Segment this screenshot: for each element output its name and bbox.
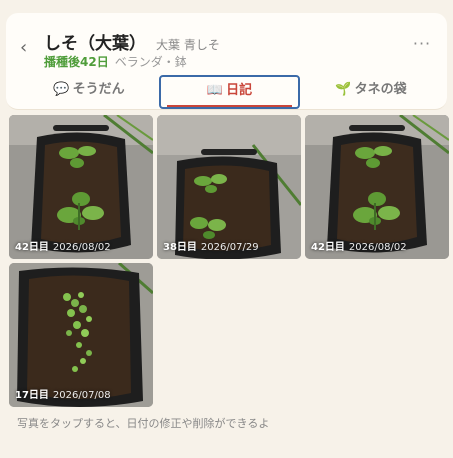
active-tab-indicator: [167, 105, 292, 107]
tab-diary[interactable]: 📖 日記: [159, 75, 300, 109]
title-row: しそ（大葉） 大葉 青しそ: [44, 29, 220, 54]
photo-caption: 42日目 2026/08/02: [311, 238, 407, 253]
open-book-icon: 📖: [206, 83, 224, 98]
photo-date: 2026/08/02: [52, 242, 111, 253]
app-frame: ‹ しそ（大葉） 大葉 青しそ 播種後42日 ベランダ・鉢 ··· 💬 そうだん 📖 日…: [0, 0, 453, 458]
tab-bar: 💬 そうだん 📖 日記 🌱 タネの袋: [6, 75, 447, 109]
photo-day: 38日目: [163, 242, 197, 253]
diary-photo[interactable]: 38日目 2026/07/29: [157, 115, 301, 259]
more-horizontal-icon[interactable]: ···: [411, 35, 433, 53]
diary-photo[interactable]: 17日目 2026/07/08: [9, 263, 153, 407]
chat-bubble-icon: 💬: [53, 82, 70, 97]
photo-day: 42日目: [15, 242, 49, 253]
sprout-icon: 🌱: [335, 82, 352, 97]
photo-date: 2026/07/08: [52, 390, 111, 401]
photo-date: 2026/07/29: [200, 242, 259, 253]
tab-seed-packet[interactable]: 🌱 タネの袋: [311, 75, 431, 109]
photo-caption: 38日目 2026/07/29: [163, 238, 259, 253]
plant-variety: 大葉 青しそ: [156, 38, 220, 52]
tab-label: そうだん: [72, 82, 125, 97]
tab-label: タネの袋: [354, 82, 407, 97]
diary-photo[interactable]: 42日目 2026/08/02: [305, 115, 449, 259]
tab-label: 日記: [226, 83, 253, 98]
plant-location: ベランダ・鉢: [114, 55, 187, 69]
plant-header: ‹ しそ（大葉） 大葉 青しそ 播種後42日 ベランダ・鉢 ··· 💬 そうだん 📖 日…: [6, 13, 447, 110]
photo-caption: 17日目 2026/07/08: [15, 386, 111, 401]
photo-date: 2026/08/02: [348, 242, 407, 253]
photo-caption: 42日目 2026/08/02: [15, 238, 111, 253]
days-since-sowing: 播種後42日: [44, 55, 109, 69]
plant-meta: 播種後42日 ベランダ・鉢: [44, 51, 187, 69]
photo-edit-hint: 写真をタップすると、日付の修正や削除ができるよ: [17, 417, 270, 430]
diary-photo[interactable]: 42日目 2026/08/02: [9, 115, 153, 259]
photo-day: 42日目: [311, 242, 345, 253]
chevron-left-icon[interactable]: ‹: [20, 38, 32, 58]
tab-soudan[interactable]: 💬 そうだん: [26, 75, 152, 109]
photo-day: 17日目: [15, 390, 49, 401]
